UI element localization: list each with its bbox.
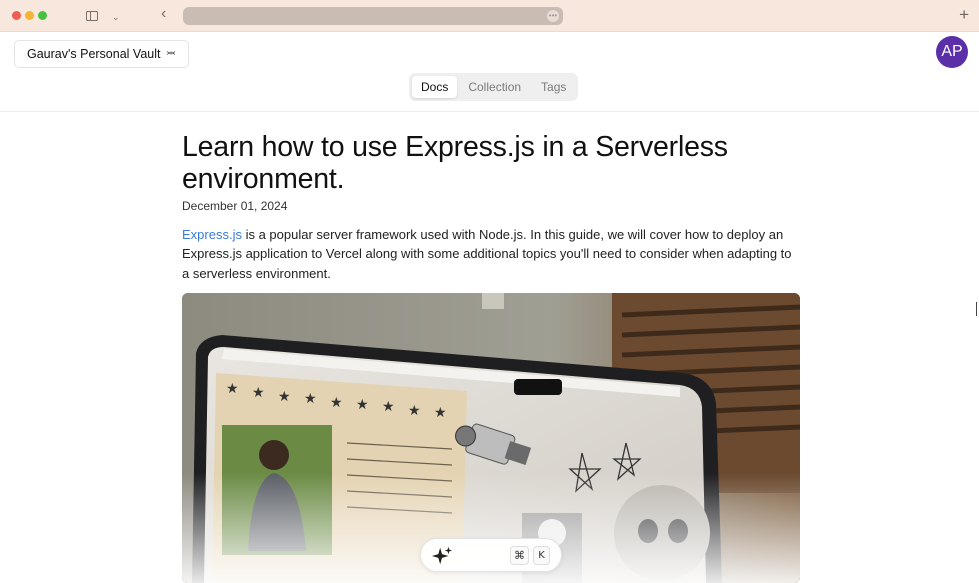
page-title: Learn how to use Express.js in a Serverl… (182, 131, 728, 195)
svg-text:★: ★ (278, 389, 291, 405)
chevron-up-down-icon: ︿ ﹀ (166, 46, 176, 61)
address-bar[interactable]: ••• (183, 7, 563, 25)
intro-text: is a popular server framework used with … (182, 227, 792, 281)
article: Learn how to use Express.js in a Serverl… (182, 131, 802, 283)
close-window-button[interactable] (12, 11, 21, 20)
svg-text:★: ★ (330, 395, 343, 411)
svg-text:★: ★ (304, 391, 317, 407)
svg-text:★: ★ (356, 397, 369, 413)
chevron-down-icon[interactable]: ⌄ (112, 8, 120, 26)
browser-toolbar: ⌄ ‹ ••• + (0, 0, 979, 32)
article-intro: Express.js is a popular server framework… (182, 225, 800, 283)
tab-docs[interactable]: Docs (412, 76, 458, 98)
svg-text:★: ★ (434, 405, 447, 421)
tab-collection[interactable]: Collection (459, 76, 530, 98)
tab-tags[interactable]: Tags (532, 76, 575, 98)
more-icon[interactable]: ••• (547, 10, 559, 22)
command-key-badge: ⌘ (510, 546, 529, 565)
sidebar-toggle-icon[interactable] (86, 11, 98, 21)
svg-text:★: ★ (382, 399, 395, 415)
svg-text:★: ★ (252, 385, 265, 401)
sparkle-icon (431, 546, 453, 565)
k-key-badge: K (533, 546, 550, 565)
svg-text:★: ★ (226, 381, 239, 397)
text-cursor (976, 302, 977, 316)
plus-icon[interactable]: + (959, 5, 969, 25)
svg-text:★: ★ (408, 403, 421, 419)
minimize-window-button[interactable] (25, 11, 34, 20)
article-date: December 01, 2024 (182, 199, 288, 213)
ai-command-bar[interactable]: ⌘ K (420, 538, 562, 572)
express-link[interactable]: Express.js (182, 227, 242, 242)
vault-name: Gaurav's Personal Vault (27, 47, 161, 61)
header-divider (0, 111, 979, 112)
back-arrow-icon[interactable]: ‹ (161, 5, 166, 23)
vault-selector[interactable]: Gaurav's Personal Vault ︿ ﹀ (14, 40, 189, 68)
view-tabs: Docs Collection Tags (409, 73, 579, 101)
maximize-window-button[interactable] (38, 11, 47, 20)
avatar[interactable]: AP (936, 36, 968, 68)
